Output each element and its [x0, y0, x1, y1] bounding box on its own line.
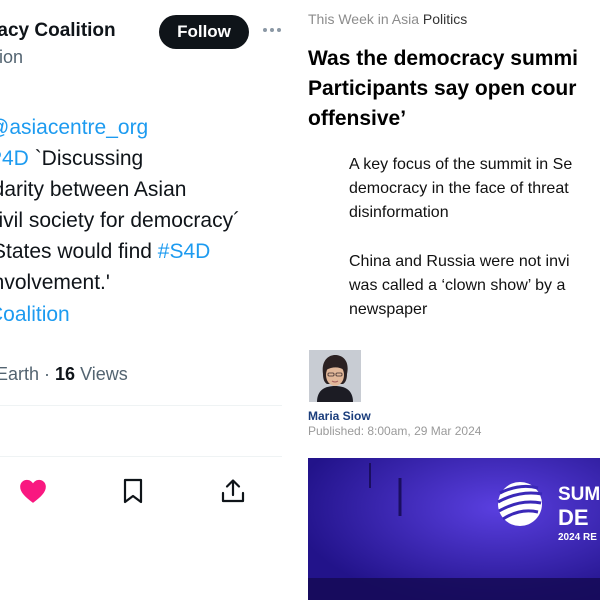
key-point-line: democracy in the face of threat: [349, 180, 569, 197]
panel-separator: [290, 0, 298, 600]
views-count[interactable]: 16: [55, 364, 75, 384]
key-point-line: newspaper: [349, 301, 428, 318]
follow-button[interactable]: Follow: [159, 15, 249, 49]
views-label: Views: [75, 364, 128, 384]
divider: [0, 405, 282, 406]
location-text: Earth ·: [0, 364, 56, 384]
tweet-text-line: 'States would find #S4D: [0, 236, 210, 267]
hero-text: 2024 RE: [558, 532, 597, 543]
tweet-text-line: idarity between Asian: [0, 174, 186, 205]
bookmark-icon: [123, 478, 143, 504]
tweet-text-segment: idarity between Asian: [0, 178, 187, 201]
like-button[interactable]: [18, 476, 48, 506]
tweet-text-segment: 'States would find: [0, 240, 158, 263]
hero-text: SUM: [558, 484, 600, 505]
more-options-icon[interactable]: [258, 18, 286, 42]
headline-line[interactable]: offensive’: [308, 107, 406, 131]
key-point-line: disinformation: [349, 204, 449, 221]
tweet-link[interactable]: #S4D: [158, 240, 211, 263]
headline-line[interactable]: Participants say open cour: [308, 77, 576, 101]
series-link[interactable]: This Week in Asia: [308, 11, 419, 27]
breadcrumb: This Week in Asia Politics: [308, 11, 467, 27]
tweet-panel: racy Coalition ition Follow @asiacentre_…: [0, 0, 290, 600]
share-icon: [221, 479, 245, 503]
share-button[interactable]: [218, 476, 248, 506]
account-name[interactable]: racy Coalition: [0, 20, 116, 42]
key-point-line: China and Russia were not invi: [349, 253, 570, 270]
key-point-line: was called a ‘clown show’ by a: [349, 277, 566, 294]
tweet-link[interactable]: P4D: [0, 147, 29, 170]
author-name[interactable]: Maria Siow: [308, 409, 371, 423]
hero-text: DE: [558, 505, 589, 530]
headline-line[interactable]: Was the democracy summi: [308, 47, 578, 71]
article-panel: This Week in Asia Politics Was the democ…: [298, 0, 600, 600]
bookmark-button[interactable]: [118, 476, 148, 506]
globe-logo-icon: [497, 482, 543, 526]
tweet-text-segment: involvement.': [0, 271, 110, 294]
author-avatar[interactable]: [309, 350, 361, 402]
hero-image[interactable]: SUM DE 2024 RE: [308, 458, 600, 600]
tweet-meta: Earth · 16 Views: [0, 364, 128, 385]
divider: [0, 456, 282, 457]
tweet-text-line: Coalition: [0, 299, 70, 330]
tweet-text-line: civil society for democracy´: [0, 205, 240, 236]
tweet-text-line: @asiacentre_org: [0, 112, 148, 143]
tweet-text-line: involvement.': [0, 267, 110, 298]
heart-icon: [20, 479, 46, 503]
tweet-text-segment: civil society for democracy´: [0, 209, 241, 232]
tweet-text-segment: `Discussing: [28, 147, 144, 170]
tweet-link[interactable]: Coalition: [0, 303, 70, 326]
account-handle[interactable]: ition: [0, 47, 23, 68]
tweet-text-line: P4D `Discussing: [0, 143, 143, 174]
tweet-link[interactable]: @asiacentre_org: [0, 116, 148, 139]
category-link[interactable]: Politics: [423, 11, 467, 27]
key-point-line: A key focus of the summit in Se: [349, 156, 573, 173]
published-date: Published: 8:00am, 29 Mar 2024: [308, 424, 482, 438]
